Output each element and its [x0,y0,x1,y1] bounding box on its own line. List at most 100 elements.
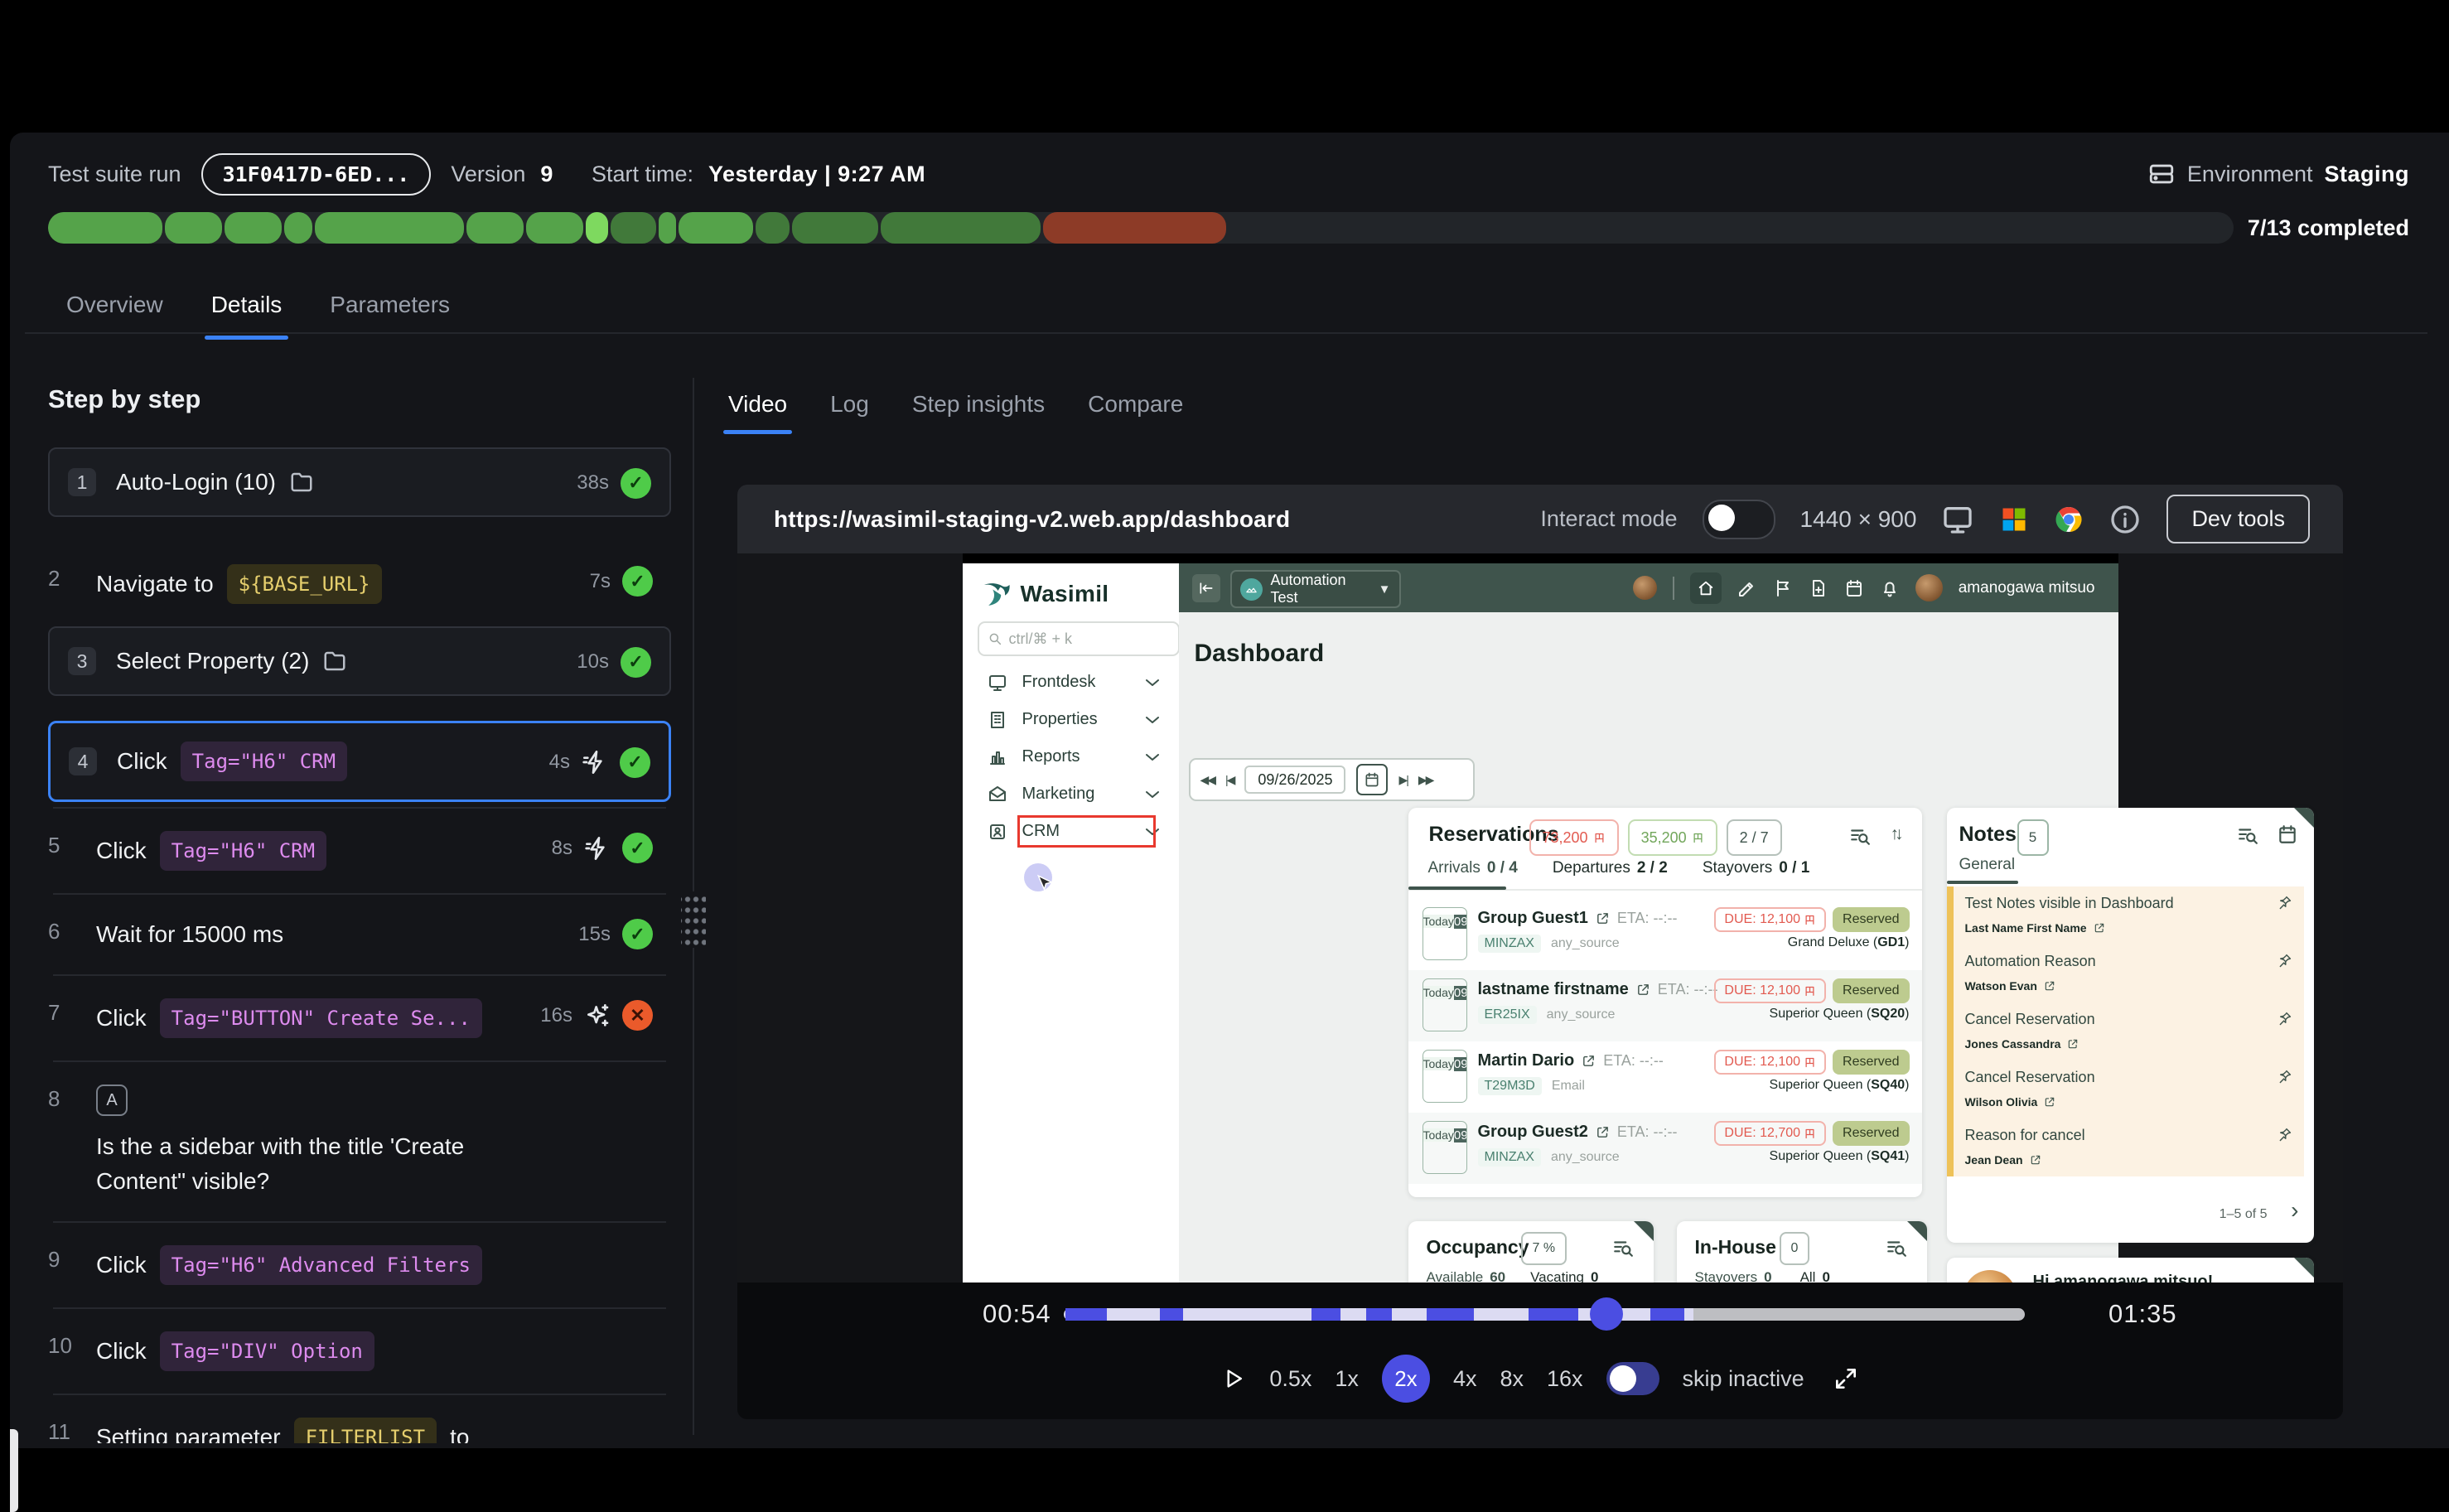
tab-step-insights[interactable]: Step insights [907,386,1050,418]
calendar-icon[interactable] [2277,824,2298,845]
tab-general[interactable]: General [1959,856,2016,874]
sidebar-item-reports[interactable]: Reports [963,738,1179,775]
next-day-button[interactable]: ▶| [1398,773,1407,787]
tab-vacating[interactable]: Vacating0 [1530,1269,1598,1283]
note-item[interactable]: Automation ReasonWatson Evan [1947,944,2304,1002]
step-item-9[interactable]: 9ClickTag="H6" Advanced Filters [48,1223,671,1307]
user-avatar[interactable] [1915,574,1943,601]
step-item-7[interactable]: 7ClickTag="BUTTON" Create Se...16s✕ [48,976,671,1060]
tab-video[interactable]: Video [723,386,792,418]
pin-icon[interactable] [2278,1127,2292,1142]
reservation-row[interactable]: Today09/27Martin DarioETA: --:--T29M3DEm… [1408,1041,1922,1113]
playhead[interactable] [1590,1297,1623,1331]
speed-button-8x[interactable]: 8x [1500,1366,1524,1392]
note-item[interactable]: Cancel ReservationWilson Olivia [1947,1060,2304,1118]
reservation-row[interactable]: Today09/27Group Guest1ETA: --:--MINZAXan… [1408,899,1922,970]
windows-icon[interactable] [1999,505,2029,534]
new-document-icon[interactable] [1809,578,1828,598]
step-item-2[interactable]: 2Navigate to${BASE_URL}7s✓ [48,542,671,626]
external-link-icon[interactable] [2094,922,2105,934]
timeline-scrubber[interactable] [1064,1308,2025,1321]
speed-button-1x[interactable]: 1x [1335,1366,1359,1392]
fullscreen-button[interactable] [1833,1365,1859,1392]
filter-search-icon[interactable] [1612,1237,1634,1258]
run-id-pill[interactable]: 31F0417D-6ED... [201,153,432,196]
external-link-icon[interactable] [1596,911,1610,925]
sidebar-item-properties[interactable]: Properties [963,701,1179,738]
filter-search-icon[interactable] [2237,824,2258,846]
tab-log[interactable]: Log [825,386,874,418]
info-icon[interactable] [2108,503,2142,536]
chrome-icon[interactable] [2054,505,2084,534]
project-dropdown[interactable]: Automation Test ▼ [1230,570,1401,608]
step-item-1[interactable]: 1Auto-Login (10)38s✓ [48,447,671,517]
external-link-icon[interactable] [1636,983,1650,997]
avatar[interactable] [1633,576,1657,600]
speed-button-0.5x[interactable]: 0.5x [1269,1366,1311,1392]
external-link-icon[interactable] [2044,1096,2055,1108]
note-item[interactable]: Test Notes visible in DashboardLast Name… [1947,886,2304,944]
fast-forward-button[interactable]: ▶▶ [1418,773,1433,787]
step-item-5[interactable]: 5ClickTag="H6" CRM8s✓ [48,809,671,893]
prev-day-button[interactable]: |◀ [1225,773,1234,787]
pin-icon[interactable] [2278,953,2292,968]
filter-search-icon[interactable] [1849,825,1871,847]
note-item[interactable]: Cancel ReservationJones Cassandra [1947,1002,2304,1060]
step-item-3[interactable]: 3Select Property (2)10s✓ [48,626,671,696]
pin-icon[interactable] [2278,1011,2292,1026]
sidebar-item-marketing[interactable]: Marketing [963,775,1179,813]
fast-rewind-button[interactable]: ◀◀ [1200,773,1215,787]
pin-icon[interactable] [2278,895,2292,910]
speed-button-16x[interactable]: 16x [1547,1366,1583,1392]
step-label: Auto-Login (10) [116,465,314,500]
tab-stayovers[interactable]: Stayovers0 / 1 [1703,859,1809,877]
filter-search-icon[interactable] [1886,1237,1907,1258]
chevron-right-icon[interactable]: › [2291,1197,2298,1224]
calendar-icon[interactable] [1844,578,1864,598]
external-link-icon[interactable] [2067,1038,2079,1050]
interact-mode-toggle[interactable] [1703,500,1775,539]
external-link-icon[interactable] [1582,1054,1596,1068]
nav-home-button[interactable] [1690,572,1722,604]
tab-available[interactable]: Available60 [1427,1269,1506,1283]
date-input[interactable]: 09/26/2025 [1244,766,1345,794]
panel-resize-handle[interactable] [681,891,706,948]
tab-stayovers[interactable]: Stayovers0 [1695,1269,1772,1283]
tab-departures[interactable]: Departures2 / 2 [1553,859,1668,877]
external-link-icon[interactable] [1596,1125,1610,1139]
calendar-button[interactable] [1356,764,1388,795]
tab-arrivals[interactable]: Arrivals0 / 4 [1428,859,1518,877]
tab-compare[interactable]: Compare [1083,386,1188,418]
notifications-icon[interactable] [1880,578,1900,598]
dev-tools-button[interactable]: Dev tools [2166,495,2310,543]
speed-button-2x[interactable]: 2x [1382,1355,1430,1403]
pin-icon[interactable] [2278,1069,2292,1084]
skip-inactive-toggle[interactable] [1606,1362,1659,1395]
step-item-8[interactable]: 8AIs the a sidebar with the title 'Creat… [48,1062,671,1221]
step-item-10[interactable]: 10ClickTag="DIV" Option [48,1309,671,1394]
page-scrollbar-thumb[interactable] [10,1429,18,1512]
play-button[interactable] [1221,1366,1246,1391]
reservation-row[interactable]: Today09/27Group Guest2ETA: --:--MINZAXan… [1408,1113,1922,1184]
step-item-6[interactable]: 6Wait for 15000 ms15s✓ [48,895,671,974]
external-link-icon[interactable] [2044,980,2055,992]
dash-search-input[interactable]: ctrl/⌘ + k [978,621,1180,656]
monitor-icon[interactable] [1941,503,1974,536]
tab-all[interactable]: All0 [1800,1269,1830,1283]
design-icon[interactable] [1737,578,1757,598]
reservation-row[interactable]: Today09/27lastname firstnameETA: --:--ER… [1408,970,1922,1041]
sidebar-collapse-button[interactable] [1192,574,1220,602]
step-item-11[interactable]: 11Setting parameterFILTERLISTto"Age", "G… [48,1395,671,1443]
video-stage[interactable]: Wasimil ctrl/⌘ + k FrontdeskPropertiesRe… [737,553,2343,1283]
sidebar-item-frontdesk[interactable]: Frontdesk [963,664,1179,701]
run-progress-bar[interactable] [48,212,2234,244]
flag-icon[interactable] [1773,578,1793,598]
sidebar-item-crm[interactable]: CRM [963,813,1179,850]
speed-button-4x[interactable]: 4x [1453,1366,1477,1392]
step-label: ClickTag="H6" Advanced Filters [96,1245,482,1285]
page-url[interactable]: https://wasimil-staging-v2.web.app/dashb… [774,506,1290,533]
external-link-icon[interactable] [2030,1154,2041,1166]
step-item-4[interactable]: 4ClickTag="H6" CRM4s✓ [48,721,671,802]
note-item[interactable]: Reason for cancelJean Dean [1947,1118,2304,1176]
sort-icon[interactable]: ↑↓ [1891,824,1900,844]
